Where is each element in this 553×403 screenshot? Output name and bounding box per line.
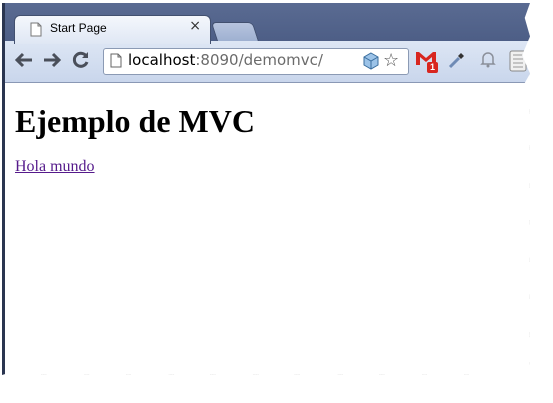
bell-icon[interactable]	[480, 50, 496, 72]
url-text[interactable]: localhost:8090/demomvc/	[128, 51, 323, 69]
hola-mundo-link[interactable]: Hola mundo	[15, 158, 95, 176]
close-tab-icon[interactable]: ×	[189, 18, 201, 34]
forward-arrow-icon[interactable]	[42, 51, 62, 73]
tab-start-page[interactable]: Start Page ×	[14, 15, 211, 44]
address-bar[interactable]: localhost:8090/demomvc/ ☆	[103, 48, 409, 75]
page-info-icon[interactable]	[110, 53, 122, 72]
toolbar: localhost:8090/demomvc/ ☆ 1	[2, 41, 530, 83]
wrench-menu-icon[interactable]	[508, 50, 528, 76]
back-arrow-icon[interactable]	[14, 51, 34, 73]
url-path: :8090/demomvc/	[195, 51, 323, 69]
eyedropper-icon[interactable]	[447, 50, 467, 74]
new-tab-icon[interactable]	[210, 22, 260, 42]
unread-count-badge: 1	[427, 62, 438, 73]
window-left-border	[2, 3, 5, 375]
reload-icon[interactable]	[72, 51, 90, 73]
bookmark-star-icon[interactable]: ☆	[383, 50, 399, 71]
url-host: localhost	[128, 51, 196, 69]
page-icon	[30, 22, 42, 41]
title-bar: Start Page ×	[2, 3, 530, 44]
cube-extension-icon[interactable]	[362, 52, 380, 74]
tab-title: Start Page	[50, 21, 107, 35]
gmail-notifier-icon[interactable]: 1	[415, 50, 438, 73]
browser-window: Start Page × localhost:8090/demomvc/ ☆ 1…	[2, 3, 530, 375]
page-heading: Ejemplo de MVC	[15, 103, 255, 139]
page-content: Ejemplo de MVC Hola mundo	[15, 82, 255, 176]
